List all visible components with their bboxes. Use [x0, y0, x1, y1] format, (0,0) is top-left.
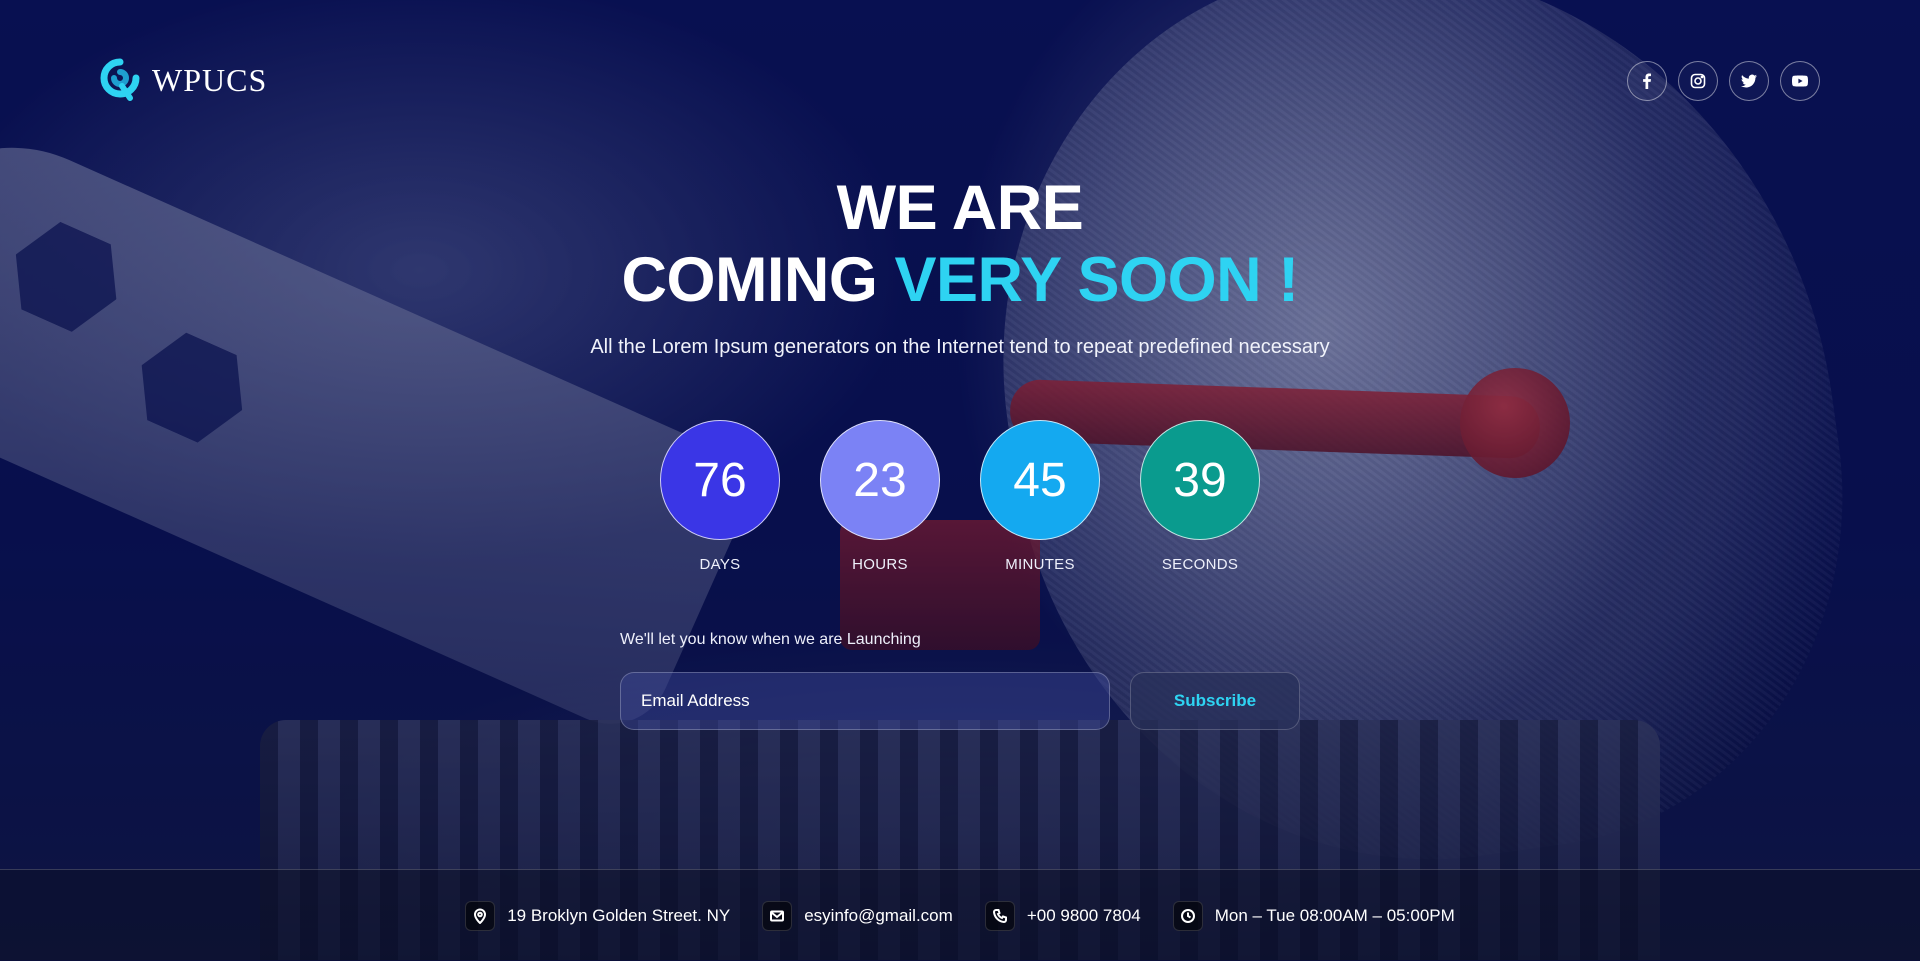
phone-icon — [984, 900, 1015, 931]
contact-footer: 19 Broklyn Golden Street. NY esyinfo@gma… — [0, 869, 1920, 961]
facebook-link[interactable] — [1627, 61, 1667, 101]
footer-phone-text: +00 9800 7804 — [1026, 905, 1141, 925]
brand-logo[interactable]: WPUCS — [100, 58, 267, 102]
countdown-hours-value: 23 — [820, 420, 940, 540]
subscribe-button[interactable]: Subscribe — [1130, 672, 1300, 730]
hero-title-line-1: WE ARE — [836, 173, 1084, 243]
footer-address: 19 Broklyn Golden Street. NY — [465, 900, 731, 931]
footer-address-text: 19 Broklyn Golden Street. NY — [507, 905, 731, 925]
footer-phone[interactable]: +00 9800 7804 — [984, 900, 1141, 931]
countdown-hours-label: HOURS — [852, 556, 908, 573]
countdown-minutes-label: MINUTES — [1005, 556, 1075, 573]
location-pin-icon — [465, 900, 496, 931]
countdown-minutes-value: 45 — [980, 420, 1100, 540]
hero-section: WE ARE COMING VERY SOON ! All the Lorem … — [0, 172, 1920, 359]
launch-notify-text: We'll let you know when we are Launching — [620, 631, 921, 648]
hero-title-accent: VERY SOON ! — [894, 245, 1299, 315]
footer-email-text: esyinfo@gmail.com — [804, 905, 953, 925]
email-input[interactable] — [620, 672, 1110, 730]
countdown-seconds-value: 39 — [1140, 420, 1260, 540]
youtube-icon — [1792, 75, 1808, 87]
social-links — [1627, 61, 1820, 101]
instagram-link[interactable] — [1678, 61, 1718, 101]
instagram-icon — [1690, 73, 1706, 89]
footer-email[interactable]: esyinfo@gmail.com — [762, 900, 953, 931]
twitter-icon — [1741, 74, 1757, 88]
hero-title-line-2: COMING VERY SOON ! — [0, 244, 1920, 316]
countdown-days-label: DAYS — [699, 556, 741, 573]
clock-icon — [1172, 900, 1203, 931]
twitter-link[interactable] — [1729, 61, 1769, 101]
countdown-hours: 23 HOURS — [820, 420, 940, 573]
hero-title-plain: COMING — [621, 245, 895, 315]
brand-name: WPUCS — [152, 61, 268, 98]
footer-hours: Mon – Tue 08:00AM – 05:00PM — [1172, 900, 1455, 931]
mail-icon — [762, 900, 793, 931]
youtube-link[interactable] — [1780, 61, 1820, 101]
wpucs-logo-icon — [100, 58, 140, 101]
countdown-minutes: 45 MINUTES — [980, 420, 1100, 573]
countdown-days-value: 76 — [660, 420, 780, 540]
facebook-icon — [1643, 73, 1651, 89]
site-header: WPUCS — [100, 58, 1820, 104]
footer-hours-text: Mon – Tue 08:00AM – 05:00PM — [1214, 905, 1455, 925]
countdown-seconds-label: SECONDS — [1161, 556, 1239, 573]
countdown-timer: 76 DAYS 23 HOURS 45 MINUTES 39 SECONDS — [0, 420, 1920, 573]
hero-subtitle: All the Lorem Ipsum generators on the In… — [590, 336, 1330, 358]
countdown-seconds: 39 SECONDS — [1140, 420, 1260, 573]
countdown-days: 76 DAYS — [660, 420, 780, 573]
